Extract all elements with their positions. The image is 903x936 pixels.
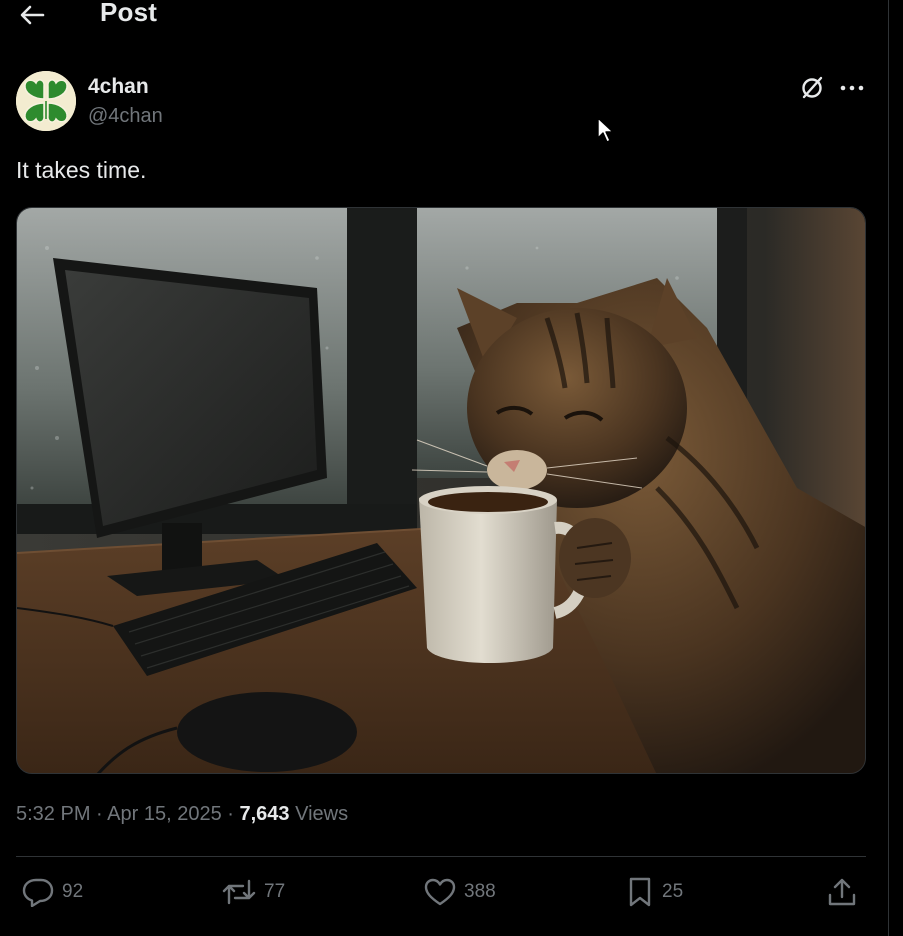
column-border: [888, 0, 889, 936]
bookmark-count: 25: [662, 881, 684, 902]
views-label: Views: [295, 803, 349, 825]
more-options-button[interactable]: [836, 72, 868, 104]
bookmark-icon: [629, 877, 651, 907]
grok-button[interactable]: [796, 72, 828, 104]
author-handle[interactable]: @4chan: [88, 105, 163, 128]
more-dots-icon: [840, 85, 864, 91]
views-count: 7,643: [239, 803, 290, 825]
slashed-circle-icon: [802, 76, 823, 99]
arrow-left-icon: [20, 5, 45, 25]
reply-button[interactable]: 92: [22, 873, 83, 911]
like-count: 388: [464, 881, 496, 902]
author-display-name[interactable]: 4chan: [88, 75, 149, 99]
mouse-cursor-icon: [596, 116, 616, 144]
reply-count: 92: [62, 881, 84, 902]
repost-count: 77: [264, 881, 286, 902]
post-detail-page: Post 4chan @4chan It takes time. 5:32 PM…: [0, 0, 903, 936]
repost-button[interactable]: 77: [222, 873, 285, 911]
post-time[interactable]: 5:32 PM: [16, 803, 90, 825]
post-date[interactable]: Apr 15, 2025: [107, 803, 222, 825]
back-button[interactable]: [14, 0, 50, 30]
page-title: Post: [100, 0, 158, 27]
share-upload-icon: [828, 878, 856, 906]
avatar[interactable]: [16, 71, 76, 131]
divider: [16, 856, 866, 857]
share-button[interactable]: [826, 873, 858, 911]
meta-separator: ·: [221, 803, 240, 825]
post-media-image[interactable]: [16, 207, 866, 774]
heart-icon: [424, 878, 456, 906]
four-leaf-clover-icon: [16, 71, 76, 131]
speech-bubble-icon: [22, 878, 54, 907]
like-button[interactable]: 388: [424, 873, 496, 911]
repost-arrows-icon: [222, 879, 256, 905]
post-text: It takes time.: [16, 157, 147, 183]
meta-separator: ·: [90, 803, 108, 825]
post-meta: 5:32 PM · Apr 15, 2025 · 7,643 Views: [16, 803, 348, 826]
bookmark-button[interactable]: 25: [626, 873, 683, 911]
